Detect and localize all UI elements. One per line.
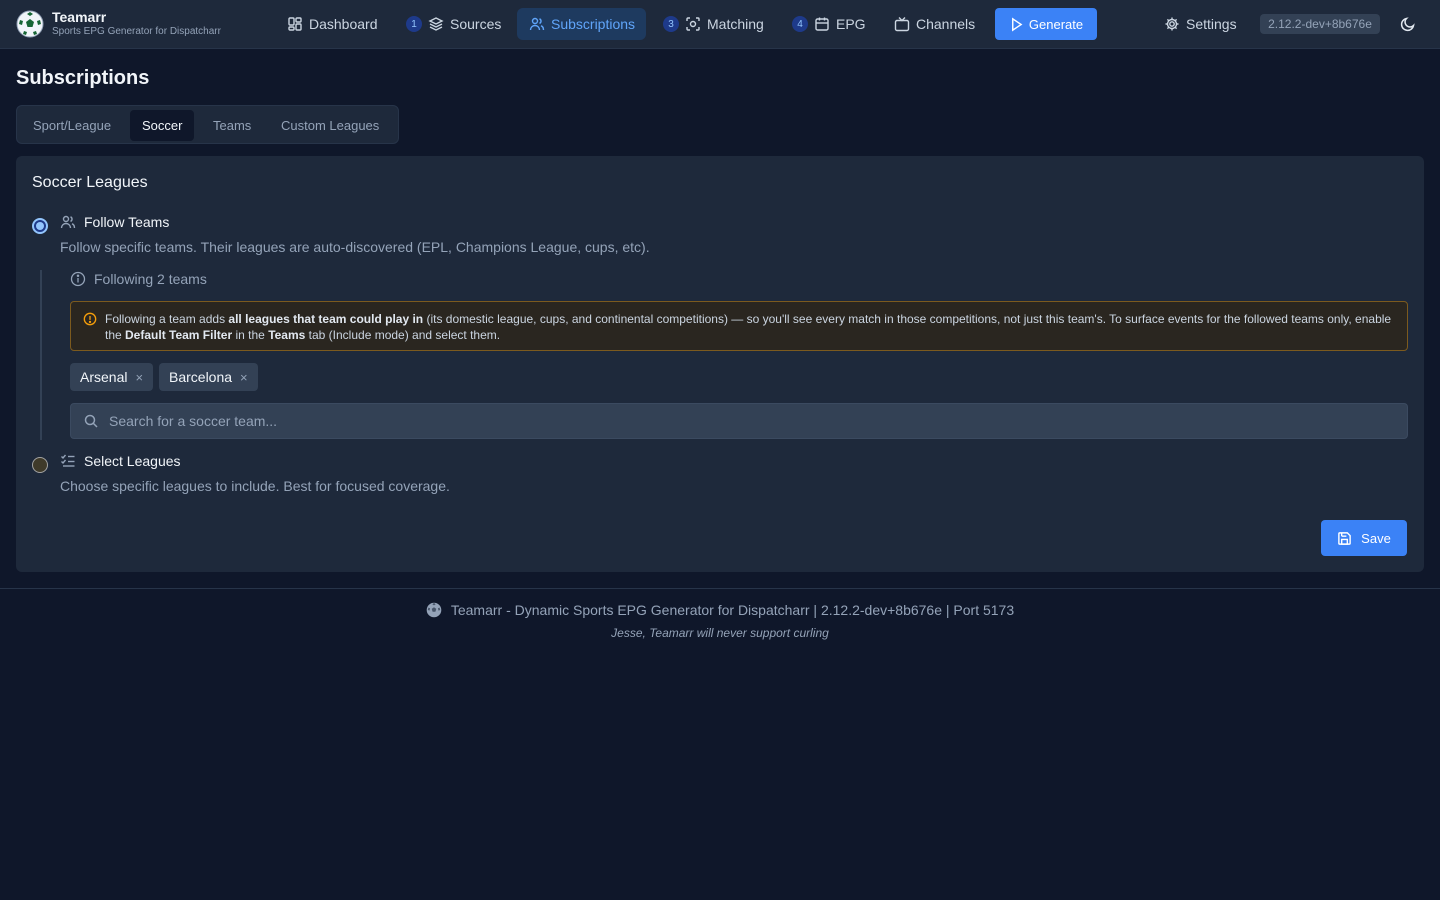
nav-channels[interactable]: Channels xyxy=(894,8,975,40)
search-icon xyxy=(84,414,98,428)
version-badge: 2.12.2-dev+8b676e xyxy=(1260,14,1380,34)
subscription-tabs: Sport/League Soccer Teams Custom Leagues xyxy=(16,105,399,144)
users-icon xyxy=(529,17,545,31)
tv-icon xyxy=(894,17,910,32)
page-title: Subscriptions xyxy=(16,67,150,89)
follow-teams-option[interactable]: Follow Teams xyxy=(60,214,169,230)
nav-epg[interactable]: 4 EPG xyxy=(792,8,866,40)
step-badge: 3 xyxy=(663,16,679,32)
select-leagues-radio[interactable] xyxy=(32,457,48,473)
warning-text-part: tab (Include mode) and select them. xyxy=(305,328,501,342)
warning-emphasis: all leagues that team could play in xyxy=(228,312,424,326)
layers-icon xyxy=(428,17,444,31)
soccer-ball-icon xyxy=(426,602,442,618)
team-chip-barcelona: Barcelona × xyxy=(159,363,258,391)
alert-circle-icon xyxy=(83,312,97,326)
save-icon xyxy=(1338,531,1351,545)
leagues-warning: Following a team adds all leagues that t… xyxy=(70,301,1408,351)
team-chip-label: Arsenal xyxy=(80,369,128,385)
footer-text: Teamarr - Dynamic Sports EPG Generator f… xyxy=(450,602,1015,618)
follow-teams-description: Follow specific teams. Their leagues are… xyxy=(60,239,650,255)
nav-dashboard[interactable]: Dashboard xyxy=(287,8,378,40)
scan-icon xyxy=(686,17,700,31)
top-navigation-bar: Teamarr Sports EPG Generator for Dispatc… xyxy=(0,0,1440,49)
gear-icon xyxy=(1165,17,1179,31)
nav-matching[interactable]: 3 Matching xyxy=(663,8,764,40)
soccer-leagues-card: Soccer Leagues Follow Teams Follow speci… xyxy=(16,156,1424,572)
team-search xyxy=(70,403,1408,439)
nav-sources-label: Sources xyxy=(450,16,502,32)
tab-teams[interactable]: Teams xyxy=(201,110,263,141)
nav-matching-label: Matching xyxy=(707,16,764,32)
generate-button[interactable]: Generate xyxy=(995,8,1097,40)
nav-settings-label: Settings xyxy=(1186,16,1237,32)
step-badge: 1 xyxy=(406,16,422,32)
warning-emphasis: Default Team Filter xyxy=(125,328,233,342)
soccer-ball-icon xyxy=(16,10,44,37)
list-checks-icon xyxy=(61,454,75,467)
tab-custom-leagues[interactable]: Custom Leagues xyxy=(269,110,391,141)
generate-label: Generate xyxy=(1028,16,1084,32)
select-leagues-label: Select Leagues xyxy=(84,453,181,469)
warning-text: Following a team adds all leagues that t… xyxy=(105,311,1399,343)
nav-channels-label: Channels xyxy=(916,16,976,32)
tab-soccer[interactable]: Soccer xyxy=(130,110,195,141)
nav-sources[interactable]: 1 Sources xyxy=(406,8,501,40)
brand[interactable]: Teamarr Sports EPG Generator for Dispatc… xyxy=(16,9,221,38)
warning-text-part: Following a team adds xyxy=(105,312,229,326)
save-label: Save xyxy=(1361,530,1391,546)
footer-tagline: Jesse, Teamarr will never support curlin… xyxy=(611,626,829,640)
users-icon xyxy=(60,215,76,229)
remove-team-button[interactable]: × xyxy=(135,370,143,385)
moon-icon[interactable] xyxy=(1400,16,1416,32)
remove-team-button[interactable]: × xyxy=(240,370,248,385)
calendar-icon xyxy=(815,17,829,31)
play-icon xyxy=(1011,17,1023,31)
following-count: Following 2 teams xyxy=(70,271,207,287)
nav-settings[interactable]: Settings xyxy=(1164,8,1237,40)
warning-emphasis: Teams xyxy=(268,328,306,342)
footer: Teamarr - Dynamic Sports EPG Generator f… xyxy=(0,602,1440,618)
nav-dashboard-label: Dashboard xyxy=(309,16,378,32)
app-title: Teamarr xyxy=(52,9,107,25)
step-badge: 4 xyxy=(792,16,808,32)
nav-subscriptions-label: Subscriptions xyxy=(551,16,636,32)
nav-epg-label: EPG xyxy=(836,16,866,32)
dashboard-icon xyxy=(288,17,302,31)
app-subtitle: Sports EPG Generator for Dispatcharr xyxy=(52,26,221,37)
footer-divider xyxy=(0,588,1440,589)
team-chip-arsenal: Arsenal × xyxy=(70,363,154,391)
warning-text-part: in the xyxy=(232,328,269,342)
following-count-text: Following 2 teams xyxy=(94,271,207,287)
save-button[interactable]: Save xyxy=(1321,520,1407,556)
nav-subscriptions[interactable]: Subscriptions xyxy=(517,8,646,40)
info-icon xyxy=(70,271,86,287)
team-search-input[interactable] xyxy=(107,412,1407,430)
select-leagues-description: Choose specific leagues to include. Best… xyxy=(60,478,450,494)
select-leagues-option[interactable]: Select Leagues xyxy=(60,453,181,469)
card-title: Soccer Leagues xyxy=(32,174,148,191)
follow-teams-radio[interactable] xyxy=(32,218,48,234)
tab-sport-league[interactable]: Sport/League xyxy=(21,110,123,141)
follow-teams-label: Follow Teams xyxy=(84,214,170,230)
team-chip-label: Barcelona xyxy=(169,369,233,385)
